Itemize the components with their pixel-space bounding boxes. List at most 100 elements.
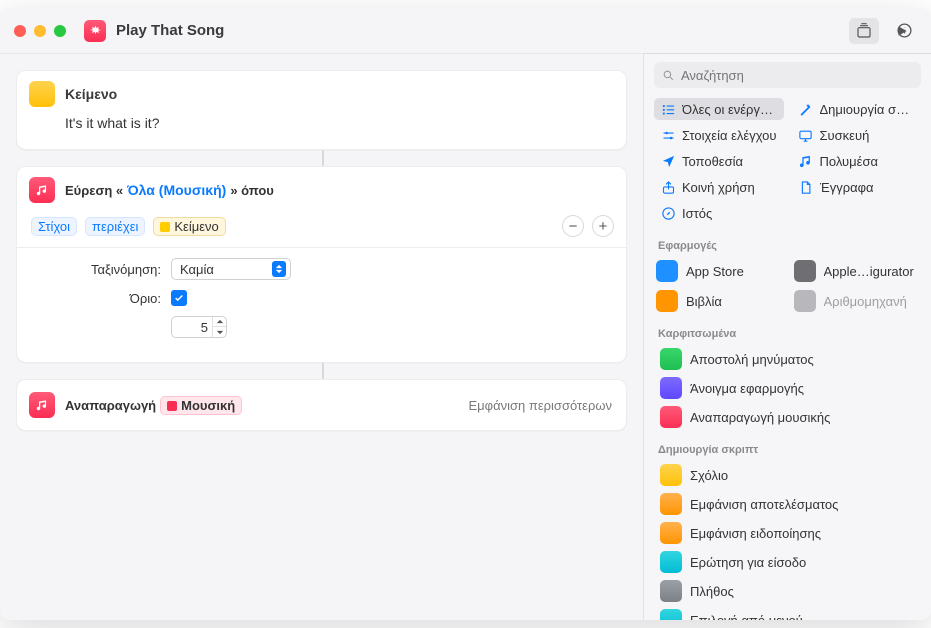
app-appstore[interactable]: App Store — [650, 257, 788, 285]
text-action-input[interactable] — [65, 113, 612, 137]
app-icon — [794, 290, 816, 312]
minimize-window-button[interactable] — [34, 25, 46, 37]
limit-stepper[interactable] — [171, 316, 227, 338]
slider-icon — [660, 127, 676, 143]
connector — [16, 363, 627, 379]
search-input[interactable] — [681, 68, 913, 83]
limit-value-input[interactable] — [172, 320, 212, 335]
cat-all[interactable]: Όλες οι ενέργ… — [654, 98, 784, 120]
remove-filter-button[interactable]: − — [562, 215, 584, 237]
filter-variable[interactable]: Κείμενο — [153, 217, 225, 236]
location-icon — [660, 153, 676, 169]
cat-device[interactable]: Συσκευή — [792, 124, 922, 146]
find-suffix: » όπου — [230, 183, 274, 198]
text-action-icon — [29, 81, 55, 107]
cat-web[interactable]: Ιστός — [654, 202, 784, 224]
shortcut-app-icon — [84, 20, 106, 42]
action-label: Εμφάνιση αποτελέσματος — [690, 497, 838, 512]
act-choose-menu[interactable]: Επιλογή από μενού — [650, 606, 925, 620]
cat-location[interactable]: Τοποθεσία — [654, 150, 784, 172]
cat-controls[interactable]: Στοιχεία ελέγχου — [654, 124, 784, 146]
app-icon — [794, 260, 816, 282]
action-icon — [660, 522, 682, 544]
app-icon — [656, 290, 678, 312]
category-label: Τοποθεσία — [682, 154, 743, 169]
cat-media[interactable]: Πολυμέσα — [792, 150, 922, 172]
action-label: Πλήθος — [690, 584, 734, 599]
action-label: Ερώτηση για είσοδο — [690, 555, 806, 570]
action-icon — [660, 493, 682, 515]
info-toggle-button[interactable] — [889, 18, 919, 44]
act-show-result[interactable]: Εμφάνιση αποτελέσματος — [650, 490, 925, 518]
show-more-button[interactable]: Εμφάνιση περισσότερων — [469, 398, 612, 413]
act-comment[interactable]: Σχόλιο — [650, 461, 925, 489]
zoom-window-button[interactable] — [54, 25, 66, 37]
search-field[interactable] — [654, 62, 921, 88]
category-label: Όλες οι ενέργ… — [682, 102, 773, 117]
find-source-token[interactable]: Όλα (Μουσική) — [127, 182, 226, 198]
wand-icon — [798, 101, 814, 117]
pin-play-music[interactable]: Αναπαραγωγή μουσικής — [650, 403, 925, 431]
act-count[interactable]: Πλήθος — [650, 577, 925, 605]
library-toggle-button[interactable] — [849, 18, 879, 44]
action-icon — [660, 580, 682, 602]
cat-documents[interactable]: Έγγραφα — [792, 176, 922, 198]
app-configurator[interactable]: Apple…igurator — [788, 257, 926, 285]
workflow-canvas[interactable]: Κείμενο Εύρεση « Όλα (Μουσική) » όπου — [0, 54, 643, 620]
action-label: Επιλογή από μενού — [690, 613, 803, 621]
filter-operator[interactable]: περιέχει — [85, 217, 145, 236]
limit-label: Όριο: — [31, 291, 161, 306]
app-label: App Store — [686, 264, 744, 279]
close-window-button[interactable] — [14, 25, 26, 37]
action-icon — [660, 609, 682, 620]
app-calculator[interactable]: Αριθμομηχανή — [788, 287, 926, 315]
stepper-down-icon[interactable] — [213, 327, 226, 338]
action-label: Άνοιγμα εφαρμογής — [690, 381, 804, 396]
limit-checkbox[interactable] — [171, 290, 187, 306]
action-label: Σχόλιο — [690, 468, 728, 483]
music-app-icon — [29, 177, 55, 203]
cat-sharing[interactable]: Κοινή χρήση — [654, 176, 784, 198]
action-icon — [660, 464, 682, 486]
app-label: Apple…igurator — [824, 264, 914, 279]
action-title: Κείμενο — [65, 86, 117, 102]
action-label: Εμφάνιση ειδοποίησης — [690, 526, 821, 541]
pin-send-message[interactable]: Αποστολή μηνύματος — [650, 345, 925, 373]
pinned-section-title: Καρφιτσωμένα — [644, 322, 931, 344]
list-icon — [660, 101, 676, 117]
category-grid: Όλες οι ενέργ… Δημιουργία σκ… Στοιχεία ελέ… — [644, 96, 931, 230]
cat-scripting[interactable]: Δημιουργία σκ… — [792, 98, 922, 120]
action-text[interactable]: Κείμενο — [16, 70, 627, 150]
sidebar-toolbar — [643, 8, 931, 54]
action-icon — [660, 377, 682, 399]
category-label: Έγγραφα — [820, 180, 874, 195]
action-icon — [660, 348, 682, 370]
filter-field[interactable]: Στίχοι — [31, 217, 77, 236]
category-label: Πολυμέσα — [820, 154, 879, 169]
connector — [16, 150, 627, 166]
pin-open-app[interactable]: Άνοιγμα εφαρμογής — [650, 374, 925, 402]
act-show-alert[interactable]: Εμφάνιση ειδοποίησης — [650, 519, 925, 547]
select-arrows-icon — [272, 261, 286, 277]
play-target-token[interactable]: Μουσική — [160, 396, 242, 415]
stepper-up-icon[interactable] — [213, 316, 226, 327]
app-books[interactable]: Βιβλία — [650, 287, 788, 315]
action-label: Αναπαραγωγή μουσικής — [690, 410, 830, 425]
safari-icon — [660, 205, 676, 221]
doc-icon — [798, 179, 814, 195]
category-label: Ιστός — [682, 206, 712, 221]
add-filter-button[interactable]: + — [592, 215, 614, 237]
action-find-music[interactable]: Εύρεση « Όλα (Μουσική) » όπου Στίχοι περ… — [16, 166, 627, 363]
note-icon — [798, 153, 814, 169]
apps-section-title: Εφαρμογές — [644, 234, 931, 256]
sort-select[interactable]: Καμία — [171, 258, 291, 280]
action-label: Αποστολή μηνύματος — [690, 352, 814, 367]
filter-row: Στίχοι περιέχει Κείμενο − + — [17, 209, 626, 248]
action-play-music[interactable]: Αναπαραγωγή Μουσική Εμφάνιση περισσότερω… — [16, 379, 627, 431]
category-label: Συσκευή — [820, 128, 870, 143]
action-icon — [660, 551, 682, 573]
category-label: Στοιχεία ελέγχου — [682, 128, 777, 143]
window-title: Play That Song — [116, 22, 224, 39]
find-prefix: Εύρεση « — [65, 183, 123, 198]
act-ask-input[interactable]: Ερώτηση για είσοδο — [650, 548, 925, 576]
